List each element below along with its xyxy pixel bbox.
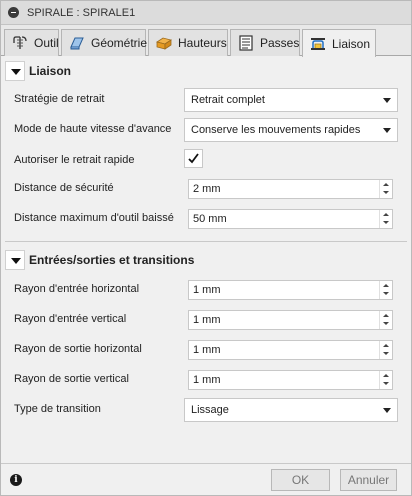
field-label: Distance de sécurité xyxy=(14,182,114,194)
horizontal-lead-out-field xyxy=(188,340,393,360)
allow-rapid-retract-row: Autoriser le retrait rapide xyxy=(1,149,411,173)
retract-strategy-select[interactable]: Retrait complet xyxy=(184,88,398,112)
spin-up-icon[interactable] xyxy=(380,311,392,320)
safe-distance-row: Distance de sécurité xyxy=(1,177,411,201)
field-label: Distance maximum d'outil baissé xyxy=(14,212,174,224)
spinner xyxy=(379,311,392,329)
vertical-lead-out-field xyxy=(188,370,393,390)
horizontal-lead-out-row: Rayon de sortie horizontal xyxy=(1,338,411,362)
tab-label: Liaison xyxy=(332,36,371,51)
spin-down-icon[interactable] xyxy=(380,219,392,228)
field-label: Stratégie de retrait xyxy=(14,93,105,105)
spin-down-icon[interactable] xyxy=(380,350,392,359)
field-label: Autoriser le retrait rapide xyxy=(14,154,135,166)
high-feed-mode-select[interactable]: Conserve les mouvements rapides xyxy=(184,118,398,142)
safe-distance-input[interactable] xyxy=(189,180,379,198)
dialog-title: SPIRALE : SPIRALE1 xyxy=(27,7,136,19)
cancel-button[interactable]: Annuler xyxy=(340,469,397,491)
tab-label: Outil xyxy=(34,36,59,50)
field-label: Rayon de sortie horizontal xyxy=(14,343,142,355)
tab-geometrie[interactable]: Géométrie xyxy=(61,29,148,56)
spin-down-icon[interactable] xyxy=(380,320,392,329)
retract-strategy-row: Stratégie de retrait Retrait complet xyxy=(1,88,411,112)
spin-up-icon[interactable] xyxy=(380,281,392,290)
section-title: Entrées/sorties et transitions xyxy=(29,253,195,267)
vertical-lead-in-input[interactable] xyxy=(189,311,379,329)
spin-up-icon[interactable] xyxy=(380,341,392,350)
select-value: Conserve les mouvements rapides xyxy=(191,124,361,136)
chevron-down-icon xyxy=(383,408,391,413)
spin-up-icon[interactable] xyxy=(380,180,392,189)
field-label: Rayon d'entrée vertical xyxy=(14,313,127,325)
collapse-triangle-icon[interactable] xyxy=(5,61,25,81)
select-value: Lissage xyxy=(191,404,229,416)
high-feed-mode-row: Mode de haute vitesse d'avance Conserve … xyxy=(1,118,411,142)
spinner xyxy=(379,281,392,299)
linking-icon xyxy=(309,35,327,53)
horizontal-lead-in-row: Rayon d'entrée horizontal xyxy=(1,278,411,302)
field-label: Rayon d'entrée horizontal xyxy=(14,283,140,295)
max-stay-down-row: Distance maximum d'outil baissé xyxy=(1,207,411,231)
section-liaison-header[interactable]: Liaison xyxy=(5,60,71,82)
horizontal-lead-in-input[interactable] xyxy=(189,281,379,299)
allow-rapid-retract-checkbox[interactable] xyxy=(184,149,203,168)
collapse-icon[interactable] xyxy=(8,7,19,18)
select-value: Retrait complet xyxy=(191,94,265,106)
tool-icon xyxy=(11,34,29,52)
collapse-triangle-icon[interactable] xyxy=(5,250,25,270)
spin-down-icon[interactable] xyxy=(380,189,392,198)
spinner xyxy=(379,371,392,389)
checkmark-icon xyxy=(188,153,199,164)
tab-label: Passes xyxy=(260,36,300,50)
transition-type-select[interactable]: Lissage xyxy=(184,398,398,422)
tab-label: Hauteurs xyxy=(178,36,227,50)
transition-type-row: Type de transition Lissage xyxy=(1,398,411,422)
spin-up-icon[interactable] xyxy=(380,371,392,380)
safe-distance-field xyxy=(188,179,393,199)
spinner xyxy=(379,210,392,228)
max-stay-down-input[interactable] xyxy=(189,210,379,228)
max-stay-down-field xyxy=(188,209,393,229)
ok-button[interactable]: OK xyxy=(271,469,330,491)
chevron-down-icon xyxy=(383,98,391,103)
section-leads-header[interactable]: Entrées/sorties et transitions xyxy=(5,249,194,271)
horizontal-lead-in-field xyxy=(188,280,393,300)
info-icon[interactable]: i xyxy=(10,474,22,486)
dialog-window: SPIRALE : SPIRALE1 Outil Géométrie Haute… xyxy=(0,0,412,496)
passes-icon xyxy=(237,34,255,52)
tab-bar: Outil Géométrie Hauteurs Passes Liaison xyxy=(1,25,411,57)
tab-liaison[interactable]: Liaison xyxy=(302,29,376,57)
vertical-lead-in-field xyxy=(188,310,393,330)
spin-down-icon[interactable] xyxy=(380,380,392,389)
tab-label: Géométrie xyxy=(91,36,148,50)
chevron-down-icon xyxy=(383,128,391,133)
vertical-lead-in-row: Rayon d'entrée vertical xyxy=(1,308,411,332)
tab-passes[interactable]: Passes xyxy=(230,29,300,56)
field-label: Mode de haute vitesse d'avance xyxy=(14,123,172,135)
vertical-lead-out-row: Rayon de sortie vertical xyxy=(1,368,411,392)
spin-down-icon[interactable] xyxy=(380,290,392,299)
tab-hauteurs[interactable]: Hauteurs xyxy=(148,29,228,56)
section-title: Liaison xyxy=(29,64,72,78)
spinner xyxy=(379,341,392,359)
field-label: Rayon de sortie vertical xyxy=(14,373,129,385)
vertical-lead-out-input[interactable] xyxy=(189,371,379,389)
tab-outil[interactable]: Outil xyxy=(4,29,59,56)
dialog-footer: i OK Annuler xyxy=(1,463,411,495)
geometry-icon xyxy=(68,34,86,52)
section-divider xyxy=(5,241,407,242)
horizontal-lead-out-input[interactable] xyxy=(189,341,379,359)
spin-up-icon[interactable] xyxy=(380,210,392,219)
title-bar: SPIRALE : SPIRALE1 xyxy=(1,1,411,25)
field-label: Type de transition xyxy=(14,403,101,415)
heights-icon xyxy=(155,34,173,52)
spinner xyxy=(379,180,392,198)
